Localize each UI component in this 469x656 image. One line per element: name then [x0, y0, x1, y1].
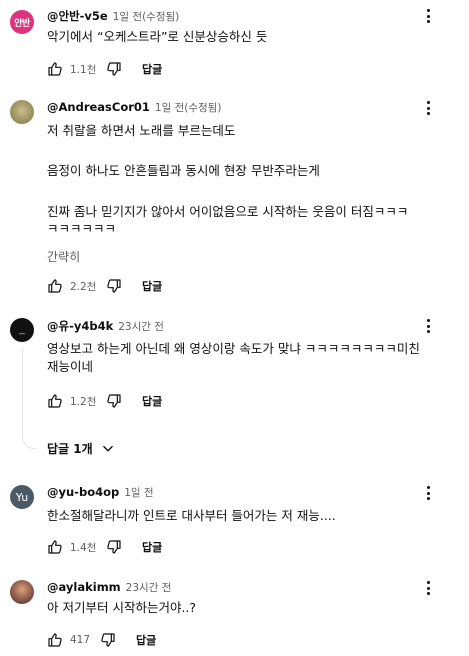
comment-text-line: 재능이네 [47, 359, 94, 374]
like-count: 1.2천 [70, 395, 97, 408]
comment-5: @aylakimm 23시간 전 아 저기부터 시작하는거야..? 417 답글 [0, 570, 469, 656]
comment-author[interactable]: @yu-bo4op [47, 485, 119, 499]
comment-text-line: 진짜 좀나 믿기지가 않아서 어이없음으로 시작하는 웃음이 터짐ㅋㅋㅋ [47, 204, 409, 219]
avatar[interactable]: 안반 [10, 10, 34, 34]
comment-text: 악기에서 “오케스트라”로 신분상승하신 듯 [47, 29, 268, 44]
reply-button[interactable]: 답글 [142, 278, 162, 294]
comment-2: @AndreasCor01 1일 전(수정됨) 저 취랄을 하면서 노래를 부르… [0, 90, 469, 305]
like-icon[interactable] [47, 539, 63, 555]
dislike-icon[interactable] [106, 278, 122, 294]
avatar[interactable] [10, 100, 34, 124]
comment-header: @안반-v5e 1일 전(수정됨) [47, 8, 179, 24]
reply-button[interactable]: 답글 [136, 632, 156, 648]
like-count: 1.4천 [70, 541, 97, 554]
more-actions-button[interactable] [420, 580, 436, 596]
thread-curve [22, 434, 37, 449]
comment-header: @yu-bo4op 1일 전 [47, 485, 154, 501]
comment-actions: 2.2천 답글 [47, 276, 162, 296]
avatar-image [19, 333, 25, 335]
more-actions-button[interactable] [420, 100, 436, 116]
comment-actions: 1.4천 답글 [47, 537, 162, 557]
avatar[interactable] [10, 580, 34, 604]
show-less-link[interactable]: 간략히 [47, 248, 80, 265]
like-count: 2.2천 [70, 280, 97, 293]
more-actions-button[interactable] [420, 8, 436, 24]
comment-text-line: 저 취랄을 하면서 노래를 부르는데도 [47, 123, 236, 138]
comment-actions: 417 답글 [47, 630, 156, 650]
avatar[interactable]: Yu [10, 485, 34, 509]
view-replies-button[interactable]: 답글 1개 [47, 440, 115, 457]
dislike-icon[interactable] [100, 632, 116, 648]
like-count: 417 [70, 634, 91, 646]
comment-author[interactable]: @유-y4b4k [47, 318, 113, 334]
avatar[interactable] [10, 318, 34, 342]
comment-actions: 1.1천 답글 [47, 59, 162, 79]
dislike-icon[interactable] [106, 61, 122, 77]
comment-actions: 1.2천 답글 [47, 391, 162, 411]
reply-button[interactable]: 답글 [142, 61, 162, 77]
reply-button[interactable]: 답글 [142, 393, 162, 409]
comment-author[interactable]: @안반-v5e [47, 8, 108, 24]
like-count: 1.1천 [70, 63, 97, 76]
reply-button[interactable]: 답글 [142, 539, 162, 555]
like-icon[interactable] [47, 393, 63, 409]
comment-time[interactable]: 1일 전 [124, 485, 153, 500]
comment-text-line: 음정이 하나도 안흔들림과 동시에 현장 무반주라는게 [47, 163, 320, 178]
comment-time[interactable]: 23시간 전 [118, 319, 164, 334]
like-icon[interactable] [47, 632, 63, 648]
avatar-initials: 안반 [14, 18, 30, 29]
avatar-initials: Yu [15, 490, 29, 504]
comment-header: @AndreasCor01 1일 전(수정됨) [47, 100, 221, 116]
thread-line [22, 347, 23, 435]
more-actions-button[interactable] [420, 485, 436, 501]
comment-time[interactable]: 1일 전(수정됨) [155, 100, 222, 115]
comment-text: 한소절해달라니까 인트로 대사부터 들어가는 저 재능.... [47, 508, 336, 523]
comment-header: @aylakimm 23시간 전 [47, 580, 171, 596]
comment-author[interactable]: @AndreasCor01 [47, 100, 150, 114]
comment-header: @유-y4b4k 23시간 전 [47, 318, 164, 334]
dislike-icon[interactable] [106, 539, 122, 555]
comment-1: 안반 @안반-v5e 1일 전(수정됨) 악기에서 “오케스트라”로 신분상승하… [0, 0, 469, 90]
dislike-icon[interactable] [106, 393, 122, 409]
comment-text-line: 영상보고 하는게 아닌데 왜 영상이랑 속도가 맞냐 ㅋㅋㅋㅋㅋㅋㅋㅋ미친 [47, 341, 420, 356]
like-icon[interactable] [47, 61, 63, 77]
chevron-down-icon [102, 445, 113, 451]
view-replies-label: 답글 1개 [47, 442, 93, 456]
comment-3: @유-y4b4k 23시간 전 영상보고 하는게 아닌데 왜 영상이랑 속도가 … [0, 305, 469, 475]
more-actions-button[interactable] [420, 318, 436, 334]
like-icon[interactable] [47, 278, 63, 294]
comment-time[interactable]: 1일 전(수정됨) [113, 9, 180, 24]
comment-4: Yu @yu-bo4op 1일 전 한소절해달라니까 인트로 대사부터 들어가는… [0, 475, 469, 570]
comment-text: 아 저기부터 시작하는거야..? [47, 600, 197, 615]
comment-time[interactable]: 23시간 전 [126, 580, 172, 595]
comment-text-line: ㅋㅋㅋㅋㅋㅋ [47, 221, 117, 236]
comment-author[interactable]: @aylakimm [47, 580, 121, 594]
